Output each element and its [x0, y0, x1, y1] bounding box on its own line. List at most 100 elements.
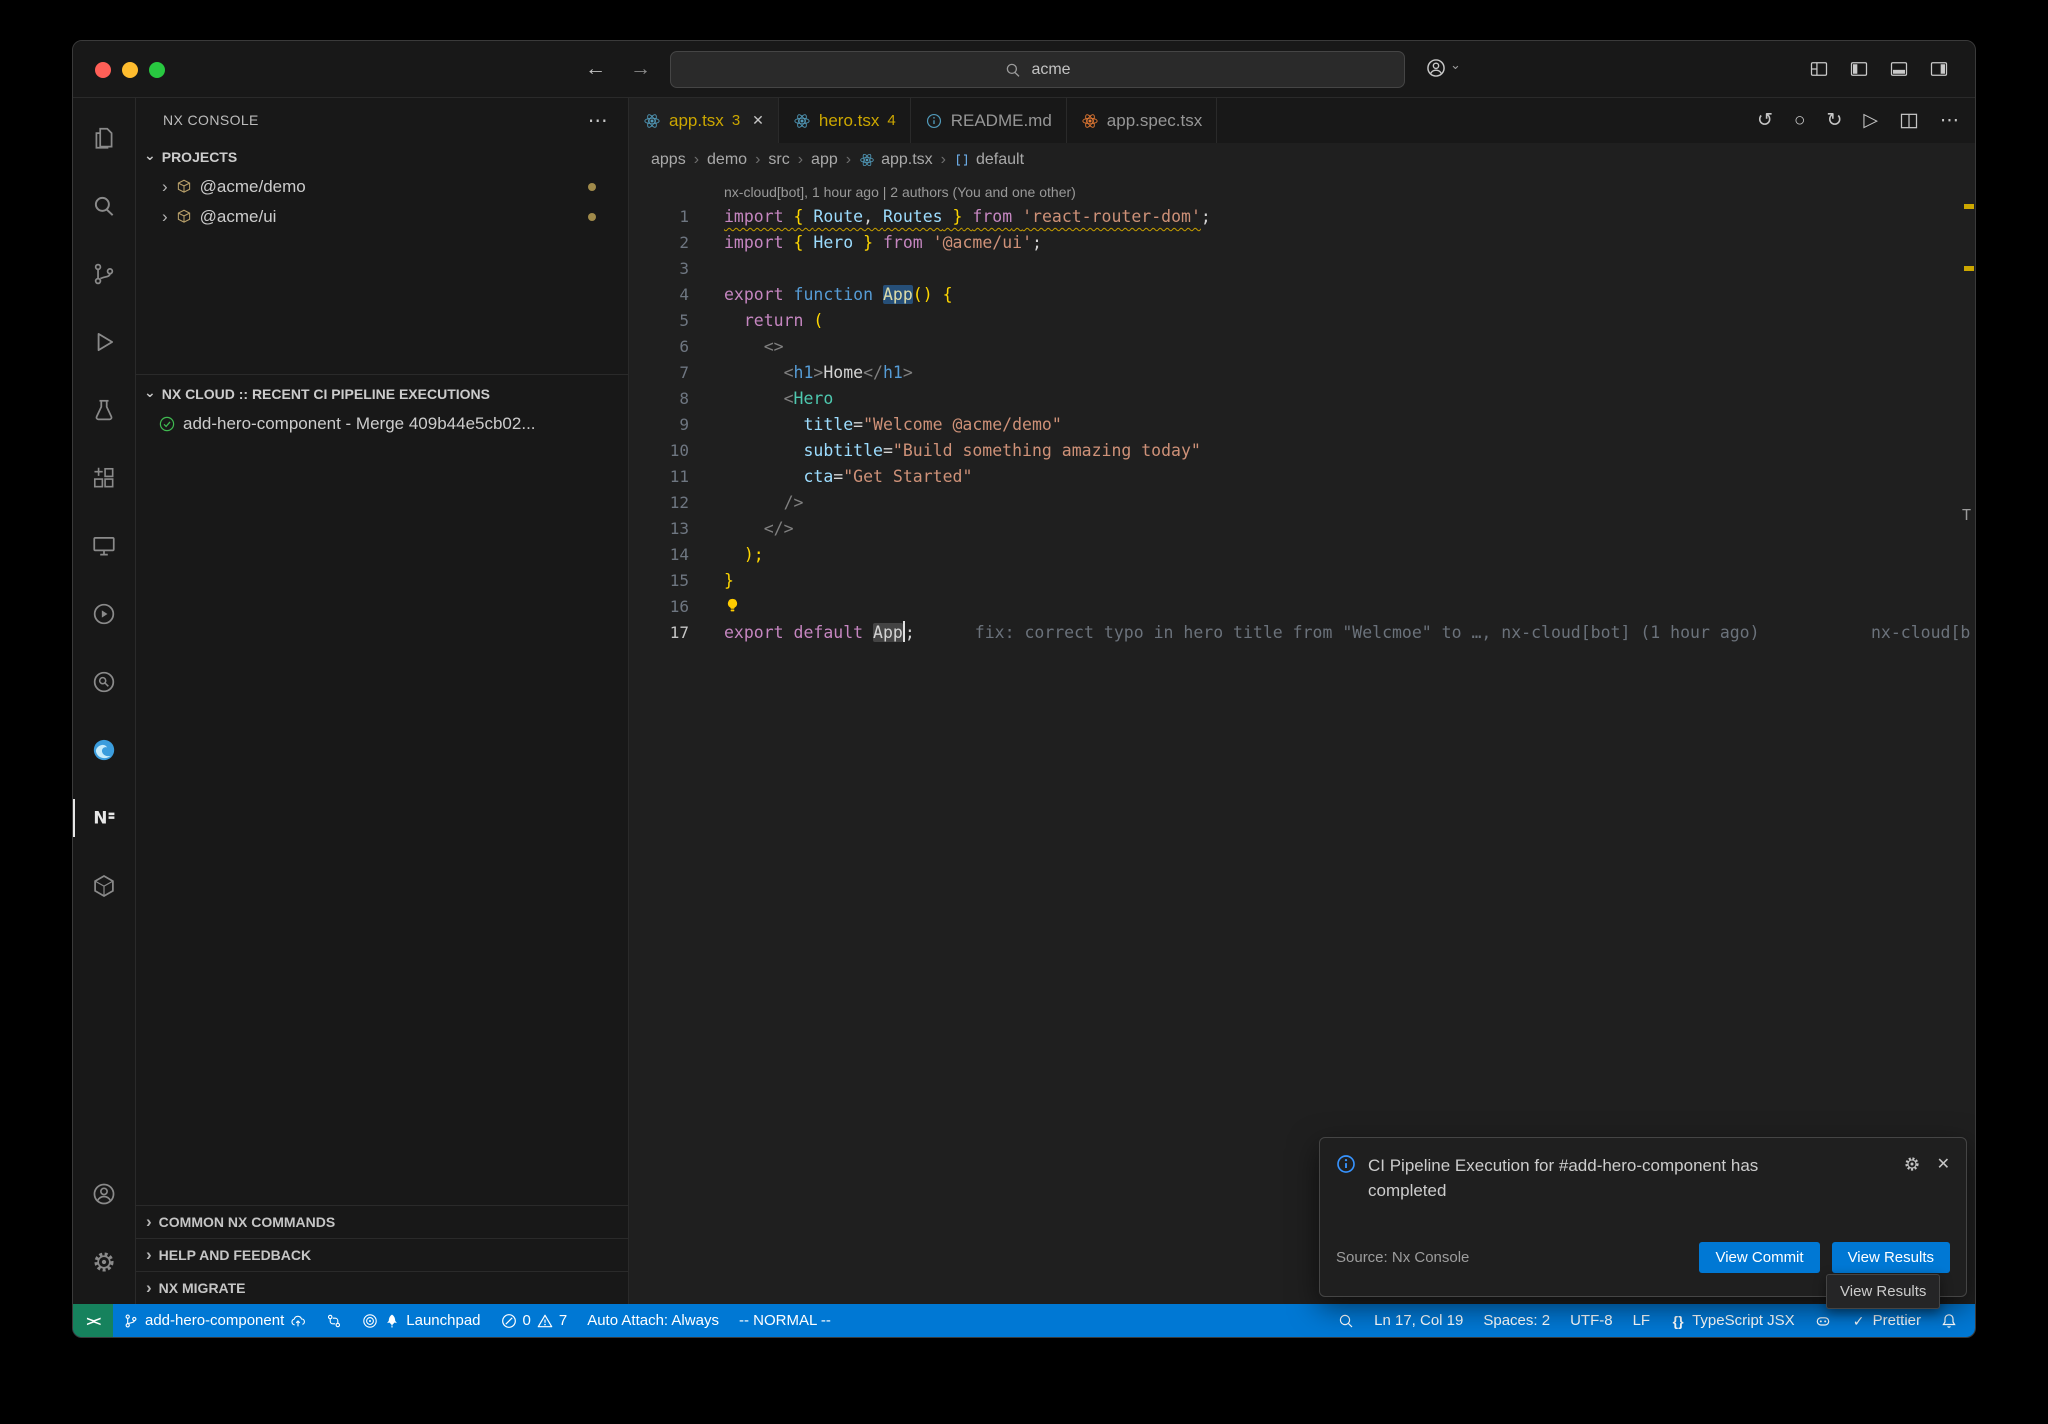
code-token: function [794, 285, 883, 304]
status-cursor-position[interactable]: Ln 17, Col 19 [1364, 1304, 1473, 1337]
code-line-13[interactable]: 13 </> [629, 516, 1975, 542]
line-number: 13 [629, 516, 689, 542]
go-back-icon[interactable]: ← [585, 57, 606, 81]
split-editor-icon[interactable] [1899, 111, 1919, 131]
line-number: 10 [629, 438, 689, 464]
activity-item-run-and-debug[interactable] [73, 308, 135, 376]
notification-settings-icon[interactable] [1903, 1155, 1921, 1173]
code-line-9[interactable]: 9 title="Welcome @acme/demo" [629, 412, 1975, 438]
breadcrumb-default[interactable]: default [954, 151, 1024, 169]
tab-app-spec-tsx[interactable]: app.spec.tsx [1067, 98, 1217, 143]
project-item-acme-demo[interactable]: ›@acme/demo [136, 172, 628, 202]
status-launchpad[interactable]: Launchpad [352, 1304, 490, 1337]
section-common-nx-commands[interactable]: ›COMMON NX COMMANDS [136, 1205, 628, 1238]
code-line-3[interactable]: 3 [629, 256, 1975, 282]
account-menu[interactable]: ⌄ [1425, 57, 1461, 79]
view-results-button[interactable]: View Results [1832, 1242, 1950, 1273]
breadcrumb-demo[interactable]: demo [707, 151, 747, 169]
code-token [724, 363, 784, 382]
code-line-11[interactable]: 11 cta="Get Started" [629, 464, 1975, 490]
go-forward-icon[interactable]: → [630, 57, 651, 81]
pipeline-execution-item[interactable]: add-hero-component - Merge 409b44e5cb02.… [136, 409, 628, 439]
section-nx-cloud[interactable]: ⌄ NX CLOUD :: RECENT CI PIPELINE EXECUTI… [136, 379, 628, 409]
panel-bottom-icon[interactable] [1889, 59, 1909, 79]
code-line-8[interactable]: 8 <Hero [629, 386, 1975, 412]
close-notification-icon[interactable]: ✕ [1937, 1154, 1950, 1174]
status-language-mode[interactable]: {}TypeScript JSX [1660, 1304, 1805, 1337]
section-projects[interactable]: ⌄ PROJECTS [136, 142, 628, 172]
code-line-10[interactable]: 10 subtitle="Build something amazing tod… [629, 438, 1975, 464]
line-number: 3 [629, 256, 689, 282]
code-line-4[interactable]: 4export function App() { [629, 282, 1975, 308]
code-line-16[interactable]: 16 [629, 594, 1975, 620]
code-line-7[interactable]: 7 <h1>Home</h1> [629, 360, 1975, 386]
section-help-and-feedback[interactable]: ›HELP AND FEEDBACK [136, 1238, 628, 1271]
view-commit-button[interactable]: View Commit [1699, 1242, 1819, 1273]
project-item-acme-ui[interactable]: ›@acme/ui [136, 202, 628, 232]
lightbulb-icon[interactable] [724, 596, 741, 613]
react-blue-icon [643, 112, 661, 130]
code-token: /> [784, 493, 804, 512]
activity-item-explorer[interactable] [73, 104, 135, 172]
status-encoding[interactable]: UTF-8 [1560, 1304, 1623, 1337]
code-line-12[interactable]: 12 /> [629, 490, 1975, 516]
maximize-window-button[interactable] [149, 62, 165, 78]
breadcrumb-app[interactable]: app [811, 151, 838, 169]
more-actions-icon[interactable]: ⋯ [588, 108, 608, 133]
code-token: export [724, 623, 794, 642]
code-line-17[interactable]: 17export default App;fix: correct typo i… [629, 620, 1975, 646]
status-problems[interactable]: 07 [491, 1304, 578, 1337]
activity-item-search[interactable] [73, 172, 135, 240]
code-line-6[interactable]: 6 <> [629, 334, 1975, 360]
close-tab-icon[interactable]: ✕ [752, 112, 764, 129]
activity-item-source-control[interactable] [73, 240, 135, 308]
status-git-compare[interactable] [316, 1304, 352, 1337]
minimize-window-button[interactable] [122, 62, 138, 78]
status-git-branch[interactable]: add-hero-component [113, 1304, 316, 1337]
section-nx-migrate[interactable]: ›NX MIGRATE [136, 1271, 628, 1304]
status-eol[interactable]: LF [1623, 1304, 1661, 1337]
layout-customize-icon[interactable] [1809, 59, 1829, 79]
breadcrumb-apps[interactable]: apps [651, 151, 686, 169]
activity-item-testing[interactable] [73, 376, 135, 444]
status-vim-mode[interactable]: -- NORMAL -- [729, 1304, 841, 1337]
warning-icon [537, 1313, 553, 1329]
activity-item-settings[interactable] [73, 1228, 135, 1296]
activity-item-nx-search-circle[interactable] [73, 648, 135, 716]
breadcrumb-src[interactable]: src [768, 151, 789, 169]
status-remote-indicator[interactable]: >< [73, 1304, 113, 1337]
code-line-14[interactable]: 14 ); [629, 542, 1975, 568]
go-back-circle-icon[interactable]: ↺ [1757, 109, 1773, 132]
tab-hero-tsx[interactable]: hero.tsx4 [779, 98, 911, 143]
close-window-button[interactable] [95, 62, 111, 78]
code-line-15[interactable]: 15} [629, 568, 1975, 594]
activity-item-nx-run-circle[interactable] [73, 580, 135, 648]
codelens-blame-summary[interactable]: nx-cloud[bot], 1 hour ago | 2 authors (Y… [629, 180, 1975, 204]
activity-item-edge-tools[interactable] [73, 716, 135, 784]
more-actions-icon[interactable]: ⋯ [1940, 109, 1959, 132]
tab-readme-md[interactable]: README.md [911, 98, 1067, 143]
activity-item-nx-cloud-box[interactable] [73, 852, 135, 920]
code-token: subtitle [803, 441, 882, 460]
status-indentation[interactable]: Spaces: 2 [1473, 1304, 1560, 1337]
activity-item-extensions[interactable] [73, 444, 135, 512]
panel-left-icon[interactable] [1849, 59, 1869, 79]
record-icon[interactable]: ○ [1794, 110, 1805, 132]
code-editor[interactable]: nx-cloud[bot], 1 hour ago | 2 authors (Y… [629, 176, 1975, 1304]
code-line-5[interactable]: 5 return ( [629, 308, 1975, 334]
breadcrumb-app-tsx[interactable]: app.tsx [859, 151, 933, 169]
command-center-search[interactable]: acme [670, 51, 1405, 88]
status-screencast-zoom[interactable] [1328, 1304, 1364, 1337]
run-icon[interactable]: ▷ [1863, 109, 1878, 132]
code-token: > [903, 363, 913, 382]
activity-item-account[interactable] [73, 1160, 135, 1228]
activity-item-remote-window[interactable] [73, 512, 135, 580]
panel-right-icon[interactable] [1929, 59, 1949, 79]
go-forward-circle-icon[interactable]: ↻ [1826, 109, 1842, 132]
code-line-2[interactable]: 2import { Hero } from '@acme/ui'; [629, 230, 1975, 256]
code-line-1[interactable]: 1import { Route, Routes } from 'react-ro… [629, 204, 1975, 230]
tab-app-tsx[interactable]: app.tsx3✕ [629, 98, 779, 143]
account-icon [91, 1181, 117, 1207]
status-auto-attach[interactable]: Auto Attach: Always [577, 1304, 729, 1337]
activity-item-nx-console[interactable]: N [73, 784, 135, 852]
